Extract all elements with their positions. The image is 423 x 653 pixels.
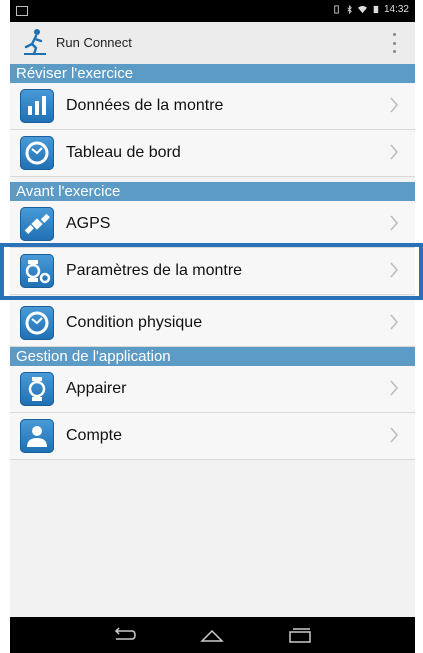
menu-item-label: AGPS xyxy=(66,215,111,232)
screenshot-icon xyxy=(16,6,28,16)
app-title: Run Connect xyxy=(56,35,132,50)
dashboard-icon xyxy=(20,136,54,170)
chevron-right-icon xyxy=(390,97,399,113)
highlight-frame xyxy=(0,243,423,300)
fitness-icon xyxy=(20,306,54,340)
chevron-right-icon xyxy=(390,380,399,396)
status-time: 14:32 xyxy=(383,4,409,15)
menu-item-label: Données de la montre xyxy=(66,97,224,114)
status-bar: 14:32 xyxy=(10,0,415,22)
menu-item-dashboard[interactable]: Tableau de bord xyxy=(10,130,415,177)
menu-item-label: Condition physique xyxy=(66,314,203,331)
chevron-right-icon xyxy=(390,215,399,231)
overflow-menu-button[interactable] xyxy=(391,33,397,53)
chevron-right-icon xyxy=(390,144,399,160)
section-header-app-management: Gestion de l'application xyxy=(10,347,415,366)
navigation-bar xyxy=(10,617,415,653)
chevron-right-icon xyxy=(390,314,399,330)
menu-item-label: Compte xyxy=(66,427,123,444)
home-icon[interactable] xyxy=(198,625,226,645)
recent-apps-icon[interactable] xyxy=(286,625,314,645)
menu-item-pair[interactable]: Appairer xyxy=(10,366,415,413)
phone-screen: 14:32 Run Connect Réviser l'exercice Don… xyxy=(10,0,415,653)
bar-chart-icon xyxy=(20,89,54,123)
satellite-icon xyxy=(20,207,54,241)
menu-item-agps[interactable]: AGPS xyxy=(10,201,415,248)
vibrate-icon xyxy=(334,5,339,14)
wifi-icon xyxy=(357,5,367,14)
menu-item-label: Tableau de bord xyxy=(66,144,181,161)
menu-item-account[interactable]: Compte xyxy=(10,413,415,460)
account-icon xyxy=(20,419,54,453)
menu-item-label: Appairer xyxy=(66,380,127,397)
chevron-right-icon xyxy=(390,427,399,443)
section-header-before: Avant l'exercice xyxy=(10,182,415,201)
battery-icon xyxy=(373,5,379,14)
bluetooth-icon xyxy=(347,5,352,14)
menu-item-watch-data[interactable]: Données de la montre xyxy=(10,83,415,130)
section-header-review: Réviser l'exercice xyxy=(10,64,415,83)
menu-item-fitness[interactable]: Condition physique xyxy=(10,300,415,347)
app-bar: Run Connect xyxy=(10,22,415,65)
watch-icon xyxy=(20,372,54,406)
back-icon[interactable] xyxy=(110,625,138,645)
runner-logo-icon xyxy=(24,29,46,56)
